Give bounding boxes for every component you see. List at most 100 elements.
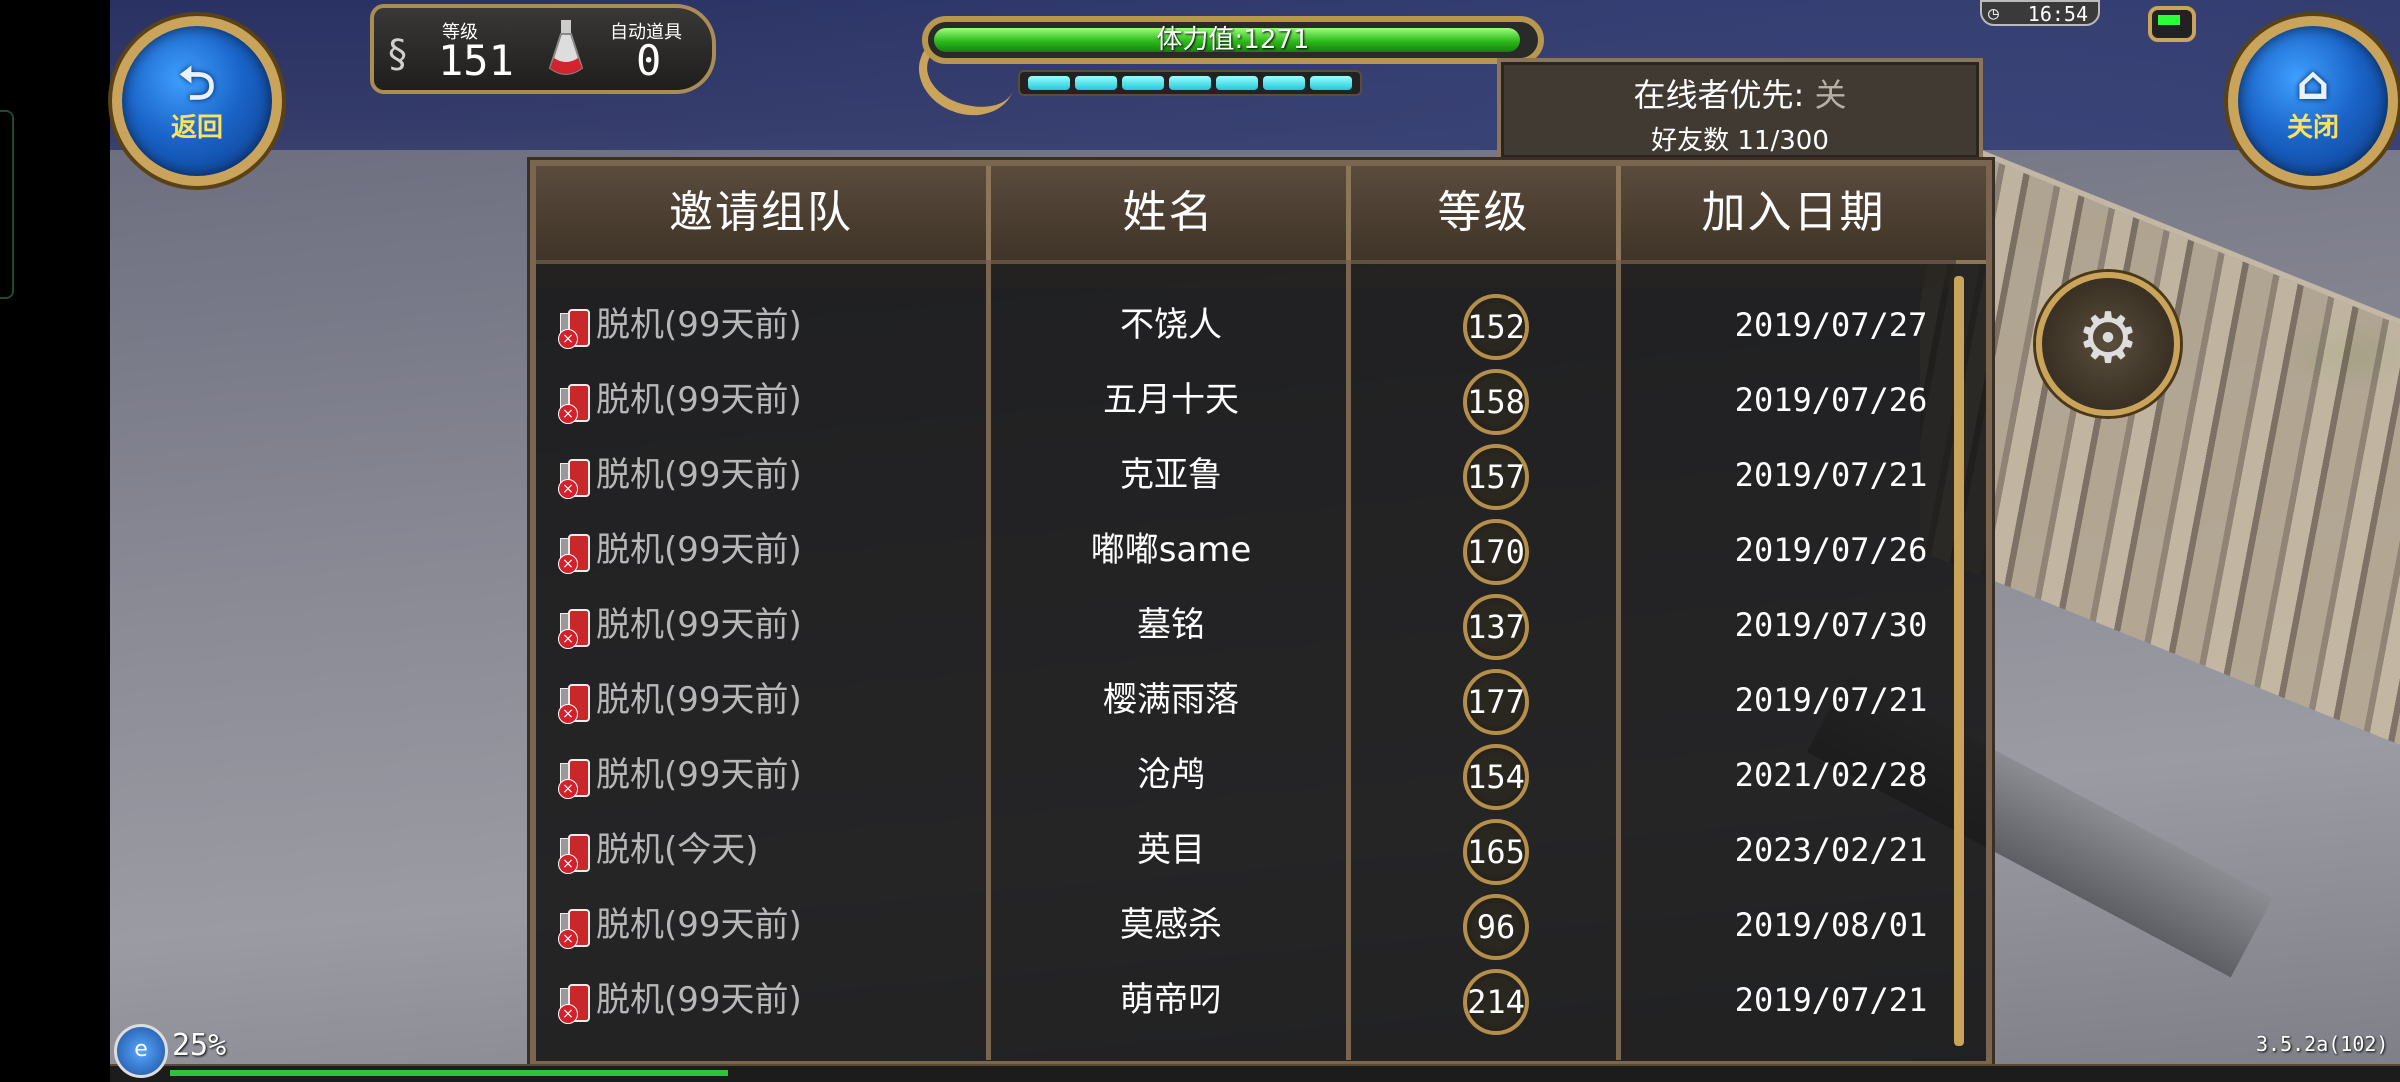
status-text: 脱机(99天前) bbox=[596, 530, 802, 570]
energy-pip bbox=[1263, 76, 1305, 90]
level-badge: 154 bbox=[1463, 743, 1529, 810]
level-badge: 137 bbox=[1463, 593, 1529, 660]
date-cell: 2019/07/27 bbox=[1734, 306, 1928, 344]
auto-item-value: 0 bbox=[636, 36, 662, 85]
status-cell[interactable]: × 脱机(99天前) bbox=[558, 513, 802, 588]
header-level[interactable]: 等级 bbox=[1351, 166, 1621, 260]
header-invite-team[interactable]: 邀请组队 bbox=[536, 166, 991, 260]
table-row[interactable]: × 脱机(今天) 英目 165 2023/02/21 bbox=[536, 813, 1956, 888]
level-badge: 158 bbox=[1463, 368, 1529, 435]
stamina-bar: 体力值:1271 bbox=[907, 6, 1548, 129]
level-cell: 177 bbox=[1366, 663, 1626, 738]
date-cell: 2023/02/21 bbox=[1734, 831, 1928, 869]
level-badge: 165 bbox=[1463, 818, 1529, 885]
name-cell: 嘟嘟same bbox=[1090, 530, 1252, 570]
friend-list-table: 邀请组队 姓名 等级 加入日期 × 脱机(99天前) 不饶人 152 2019/07/2… bbox=[530, 160, 1992, 1067]
clock-text: 16:54 bbox=[2027, 2, 2088, 26]
status-cell[interactable]: × 脱机(99天前) bbox=[558, 738, 802, 813]
name-cell: 克亚鲁 bbox=[1120, 455, 1222, 495]
loading-percent: 25% bbox=[172, 1028, 227, 1063]
status-cell[interactable]: × 脱机(99天前) bbox=[558, 363, 802, 438]
level-value: 151 bbox=[438, 36, 514, 85]
back-arrow-icon: ⮌ bbox=[178, 55, 216, 110]
level-cell: 214 bbox=[1366, 963, 1626, 1038]
energy-pip bbox=[1169, 76, 1211, 90]
clock: ◷ 16:54 bbox=[1980, 0, 2100, 26]
back-button[interactable]: ⮌ 返回 bbox=[112, 16, 282, 186]
status-cell[interactable]: × 脱机(99天前) bbox=[558, 963, 802, 1038]
energy-pip bbox=[1122, 76, 1164, 90]
level-cell: 154 bbox=[1366, 738, 1626, 813]
level-cell: 137 bbox=[1366, 588, 1626, 663]
status-text: 脱机(99天前) bbox=[596, 305, 802, 345]
level-badge: 152 bbox=[1463, 293, 1529, 360]
name-cell: 萌帝叼 bbox=[1120, 980, 1222, 1020]
status-cell[interactable]: × 脱机(99天前) bbox=[558, 663, 802, 738]
date-cell: 2021/02/28 bbox=[1734, 756, 1928, 794]
online-first-toggle[interactable]: 在线者优先: 关 bbox=[1501, 70, 1979, 116]
status-text: 脱机(99天前) bbox=[596, 905, 802, 945]
table-row[interactable]: × 脱机(99天前) 克亚鲁 157 2019/07/21 bbox=[536, 438, 1956, 513]
energy-pip bbox=[1075, 76, 1117, 90]
level-badge: 157 bbox=[1463, 443, 1529, 510]
level-badge: 214 bbox=[1463, 968, 1529, 1035]
table-row[interactable]: × 脱机(99天前) 不饶人 152 2019/07/27 bbox=[536, 288, 1956, 363]
level-cell: 152 bbox=[1366, 288, 1626, 363]
status-text: 脱机(99天前) bbox=[596, 980, 802, 1020]
header-join-date[interactable]: 加入日期 bbox=[1621, 166, 1966, 260]
offline-phone-icon: × bbox=[558, 832, 592, 874]
table-header: 邀请组队 姓名 等级 加入日期 bbox=[536, 166, 1986, 264]
status-cell[interactable]: × 脱机(99天前) bbox=[558, 288, 802, 363]
table-row[interactable]: × 脱机(99天前) 樱满雨落 177 2019/07/21 bbox=[536, 663, 1956, 738]
table-row[interactable]: × 脱机(99天前) 墓铭 137 2019/07/30 bbox=[536, 588, 1956, 663]
date-cell: 2019/07/21 bbox=[1734, 681, 1928, 719]
offline-phone-icon: × bbox=[558, 757, 592, 799]
name-cell: 英目 bbox=[1137, 830, 1205, 870]
offline-phone-icon: × bbox=[558, 907, 592, 949]
clock-icon: ◷ bbox=[1988, 3, 1999, 24]
offline-phone-icon: × bbox=[558, 682, 592, 724]
status-text: 脱机(99天前) bbox=[596, 605, 802, 645]
table-row[interactable]: × 脱机(99天前) 沧鸬 154 2021/02/28 bbox=[536, 738, 1956, 813]
offline-phone-icon: × bbox=[558, 307, 592, 349]
level-cell: 158 bbox=[1366, 363, 1626, 438]
side-edge-tab[interactable] bbox=[0, 110, 14, 299]
date-cell: 2019/08/01 bbox=[1734, 906, 1928, 944]
offline-phone-icon: × bbox=[558, 982, 592, 1024]
loading-bar bbox=[110, 1064, 2400, 1082]
table-row[interactable]: × 脱机(99天前) 莫感杀 96 2019/08/01 bbox=[536, 888, 1956, 963]
player-stat-plate: § 等级 151 自动道具 0 bbox=[370, 4, 716, 94]
name-cell: 不饶人 bbox=[1120, 305, 1222, 345]
table-row[interactable]: × 脱机(99天前) 五月十天 158 2019/07/26 bbox=[536, 363, 1956, 438]
online-first-label: 在线者优先: bbox=[1633, 76, 1805, 114]
energy-pip bbox=[1216, 76, 1258, 90]
name-cell: 墓铭 bbox=[1137, 605, 1205, 645]
status-text: 脱机(今天) bbox=[596, 830, 759, 870]
level-cell: 96 bbox=[1366, 888, 1626, 963]
settings-button[interactable]: ⚙ bbox=[2036, 272, 2180, 416]
level-icon: § bbox=[388, 32, 407, 76]
header-name[interactable]: 姓名 bbox=[991, 166, 1351, 260]
status-cell[interactable]: × 脱机(99天前) bbox=[558, 438, 802, 513]
status-cell[interactable]: × 脱机(99天前) bbox=[558, 888, 802, 963]
energy-pip bbox=[1028, 76, 1070, 90]
status-text: 脱机(99天前) bbox=[596, 680, 802, 720]
status-cell[interactable]: × 脱机(今天) bbox=[558, 813, 759, 888]
loading-icon: e bbox=[114, 1024, 168, 1078]
energy-pips bbox=[1018, 70, 1362, 96]
stamina-text: 体力值:1271 bbox=[1156, 25, 1310, 55]
name-cell: 沧鸬 bbox=[1137, 755, 1205, 795]
table-row[interactable]: × 脱机(99天前) 嘟嘟same 170 2019/07/26 bbox=[536, 513, 1956, 588]
close-button[interactable]: ⌂ 关闭 bbox=[2228, 16, 2398, 186]
date-cell: 2019/07/21 bbox=[1734, 981, 1928, 1019]
level-badge: 177 bbox=[1463, 668, 1529, 735]
status-text: 脱机(99天前) bbox=[596, 455, 802, 495]
offline-phone-icon: × bbox=[558, 382, 592, 424]
table-row[interactable]: × 脱机(99天前) 萌帝叼 214 2019/07/21 bbox=[536, 963, 1956, 1038]
name-cell: 五月十天 bbox=[1103, 380, 1239, 420]
status-cell[interactable]: × 脱机(99天前) bbox=[558, 588, 802, 663]
version-text: 3.5.2a(102) bbox=[2256, 1032, 2389, 1056]
level-cell: 170 bbox=[1366, 513, 1626, 588]
partial-row bbox=[536, 260, 1956, 288]
scrollbar[interactable] bbox=[1954, 276, 1964, 1046]
